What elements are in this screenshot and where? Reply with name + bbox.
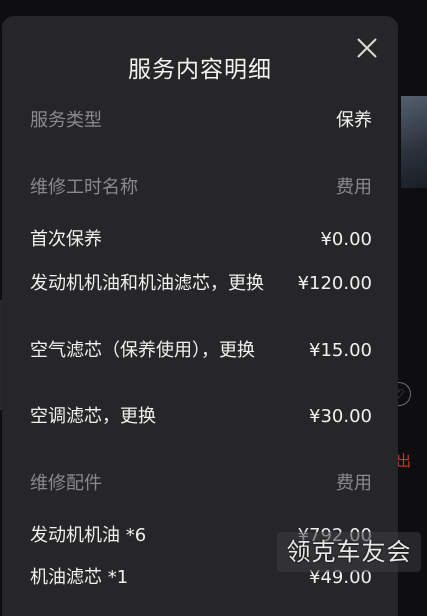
labor-item-name: 空调滤芯，更换 [30,404,156,429]
parts-item-name: 机油滤芯 *1 [30,565,128,590]
modal-title: 服务内容明细 [2,50,398,84]
labor-header-fee: 费用 [336,175,372,200]
service-detail-modal: 服务内容明细 服务类型 保养 维修工时名称 费用 首次保养 ¥0.00 发动机机… [2,16,398,616]
labor-item-price: ¥0.00 [320,227,372,252]
labor-item-name: 空气滤芯（保养使用），更换 [30,338,255,363]
labor-item-row: 首次保养 ¥0.00 [30,227,372,252]
background-image [401,96,427,188]
parts-section-header: 维修配件 费用 [30,471,372,496]
service-type-label: 服务类型 [30,108,102,133]
labor-header-label: 维修工时名称 [30,175,138,200]
labor-item-row: 空调滤芯，更换 ¥30.00 [30,404,372,429]
close-icon [354,35,380,61]
labor-item-name: 发动机机油和机油滤芯，更换 [30,271,264,296]
service-type-value: 保养 [336,108,372,133]
parts-item-name: 发动机机油 *6 [30,523,146,548]
labor-item-name: 首次保养 [30,227,102,252]
labor-item-row: 空气滤芯（保养使用），更换 ¥15.00 [30,338,372,363]
labor-item-price: ¥30.00 [309,404,372,429]
parts-header-label: 维修配件 [30,471,102,496]
service-type-row: 服务类型 保养 [30,108,372,133]
labor-item-price: ¥120.00 [298,271,372,296]
labor-item-row: 发动机机油和机油滤芯，更换 ¥120.00 [30,271,372,296]
labor-item-price: ¥15.00 [309,338,372,363]
labor-section-header: 维修工时名称 费用 [30,175,372,200]
close-button[interactable] [354,35,380,61]
watermark-logo: 领克车友会 [277,532,421,572]
parts-header-fee: 费用 [336,471,372,496]
background-red-text: 出 [396,450,411,471]
